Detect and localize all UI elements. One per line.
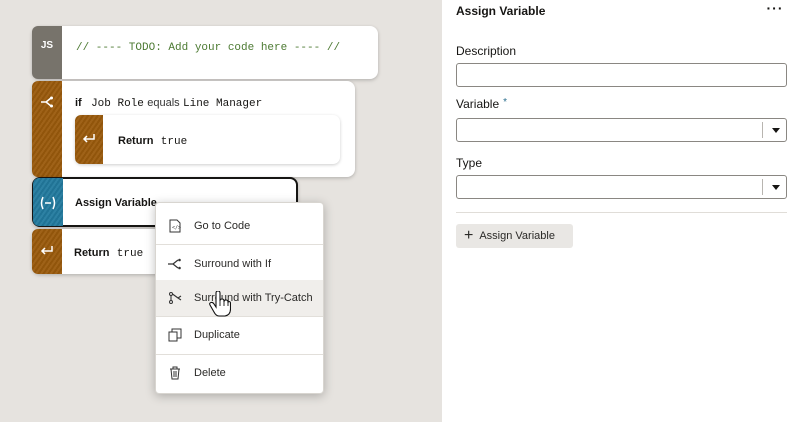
js-block-strip: JS: [32, 26, 62, 79]
hand-pointer-icon: [209, 291, 231, 317]
try-catch-icon: [167, 290, 183, 306]
assign-variable-icon: [40, 196, 56, 210]
return-keyword: Return: [74, 247, 110, 259]
panel-divider: [456, 212, 787, 213]
return-label: Return true: [74, 245, 143, 260]
panel-title: Assign Variable: [456, 4, 546, 18]
chevron-down-icon[interactable]: [772, 128, 780, 133]
variable-label: Variable *: [456, 97, 507, 111]
variable-select[interactable]: [456, 118, 787, 142]
assign-block-strip: [33, 178, 63, 226]
menu-item-surround-try-catch[interactable]: Surround with Try-Catch: [156, 280, 323, 316]
assign-variable-label: Assign Variable: [75, 197, 157, 209]
branch-icon: [167, 256, 183, 272]
required-marker: *: [503, 97, 508, 108]
return-value: true: [116, 248, 144, 260]
js-code-block[interactable]: JS // ---- TODO: Add your code here ----…: [32, 26, 378, 79]
menu-label: Surround with If: [194, 258, 272, 270]
if-keyword: if: [75, 97, 82, 109]
return-strip: [75, 115, 103, 164]
menu-item-duplicate[interactable]: Duplicate: [156, 317, 323, 353]
return-value: true: [160, 136, 188, 148]
nested-return-block[interactable]: Return true: [75, 115, 340, 164]
js-code-text: // ---- TODO: Add your code here ---- //: [76, 42, 341, 54]
return-arrow-icon: [82, 134, 95, 143]
menu-label: Delete: [194, 367, 226, 379]
return-block-strip: [32, 229, 62, 274]
menu-item-surround-if[interactable]: Surround with If: [156, 246, 323, 282]
svg-text:</>: </>: [172, 225, 181, 231]
nested-return-label: Return true: [118, 133, 187, 148]
type-select[interactable]: [456, 175, 787, 199]
trash-icon: [167, 365, 183, 381]
return-keyword: Return: [118, 135, 154, 147]
menu-divider: [156, 244, 323, 245]
description-label: Description: [456, 44, 517, 58]
js-badge: JS: [40, 40, 54, 51]
return-arrow-icon: [40, 246, 53, 255]
context-menu: </> Go to Code Surround with If Surround…: [155, 202, 324, 394]
flow-canvas[interactable]: JS // ---- TODO: Add your code here ----…: [0, 0, 442, 422]
select-divider: [762, 122, 763, 138]
if-block[interactable]: if Job Role equals Line Manager Return t…: [32, 81, 355, 177]
menu-item-go-to-code[interactable]: </> Go to Code: [156, 208, 323, 244]
return-block[interactable]: Return true: [32, 229, 162, 274]
more-options-icon[interactable]: ···: [764, 0, 786, 20]
type-label: Type: [456, 156, 483, 170]
menu-label: Duplicate: [194, 329, 240, 341]
add-assign-variable-button[interactable]: + Assign Variable: [456, 224, 573, 248]
properties-panel: Assign Variable ··· Description Variable…: [442, 0, 800, 422]
select-divider: [762, 179, 763, 195]
menu-label: Go to Code: [194, 220, 251, 232]
add-button-label: Assign Variable: [479, 230, 555, 242]
if-block-strip: [32, 81, 62, 177]
duplicate-icon: [167, 327, 183, 343]
condition-left: Job Role: [91, 98, 144, 110]
plus-icon: +: [464, 227, 474, 244]
condition-operator: equals: [147, 97, 180, 109]
condition-right: Line Manager: [183, 98, 263, 110]
if-condition: if Job Role equals Line Manager: [75, 95, 262, 110]
variable-label-text: Variable: [456, 97, 500, 111]
chevron-down-icon[interactable]: [772, 185, 780, 190]
branch-icon: [41, 96, 53, 108]
code-file-icon: </>: [167, 218, 183, 234]
description-input[interactable]: [456, 63, 787, 87]
menu-item-delete[interactable]: Delete: [156, 355, 323, 391]
